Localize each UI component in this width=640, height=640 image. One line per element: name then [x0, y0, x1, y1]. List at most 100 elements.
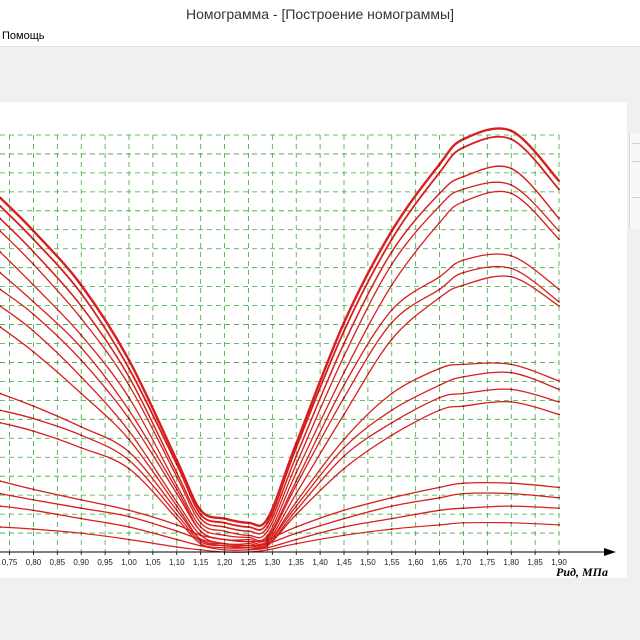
series-point-10: [390, 409, 393, 412]
series-point-15: [266, 546, 269, 549]
series-point-10: [558, 388, 560, 391]
series-point-1: [32, 230, 35, 232]
series-point-14: [438, 496, 441, 499]
series-point-15: [390, 517, 393, 520]
series-point-7: [32, 313, 35, 316]
series-point-5: [223, 534, 226, 537]
x-tick-label: 1,35: [288, 558, 304, 567]
series-point-14: [295, 532, 298, 535]
series-point-12: [343, 467, 345, 470]
menu-bar: Помощь: [0, 28, 640, 47]
x-tick-label: 1,70: [456, 558, 472, 567]
x-tick-label: 1,45: [336, 558, 352, 567]
series-point-13: [199, 534, 202, 537]
x-tick-label: 1,30: [265, 558, 281, 567]
series-point-16: [32, 528, 35, 530]
series-point-13: [266, 538, 269, 541]
series-point-2: [438, 171, 441, 174]
series-point-15: [128, 526, 130, 528]
series-point-14: [510, 492, 513, 495]
series-point-2: [128, 367, 130, 370]
series-point-9: [343, 438, 345, 441]
series-point-4: [128, 384, 130, 387]
series-point-15: [223, 549, 226, 551]
series-point-5: [438, 221, 441, 224]
series-point-2: [510, 138, 513, 141]
series-point-13: [128, 509, 130, 512]
series-point-14: [223, 542, 226, 545]
series-point-2: [295, 446, 298, 449]
x-tick-label: 0,90: [73, 558, 89, 567]
series-point-16: [462, 521, 465, 524]
series-point-11: [462, 392, 465, 395]
series-point-16: [438, 523, 441, 526]
x-tick-label: 1,40: [312, 558, 328, 567]
series-point-16: [510, 521, 513, 524]
series-point-13: [558, 486, 560, 489]
x-tick-label: 1,65: [432, 558, 448, 567]
series-point-11: [223, 544, 226, 547]
series-point-10: [32, 405, 35, 407]
series-point-2: [175, 463, 178, 466]
series-point-5: [80, 334, 83, 337]
x-tick-label: 1,20: [217, 558, 233, 567]
menu-item-help[interactable]: Помощь: [0, 30, 47, 42]
x-tick-label: 1,10: [169, 558, 185, 567]
series-point-11: [510, 388, 513, 391]
series-point-14: [128, 515, 130, 518]
chart-panel: 0,75 0,80 0,85 0,90 0,95 1,00 1,05 1,10 1,15 1,20…: [0, 102, 627, 578]
series-point-5: [247, 536, 250, 539]
series-point-10: [343, 446, 345, 449]
series-point-2: [247, 526, 250, 528]
series-point-7: [343, 396, 345, 399]
series-point-8: [128, 430, 130, 432]
series-point-8: [295, 492, 298, 495]
series-point-1: [223, 517, 226, 520]
series-point-2: [462, 146, 465, 149]
series-point-3: [438, 192, 441, 195]
series-point-9: [295, 501, 298, 503]
series-point-13: [32, 488, 35, 491]
series-point-15: [343, 526, 345, 528]
series-point-15: [438, 509, 441, 512]
x-tick-label: 1,55: [384, 558, 400, 567]
nomogram-chart: 0,75 0,80 0,85 0,90 0,95 1,00 1,05 1,10 1,15 1,20…: [0, 127, 616, 578]
series-point-2: [80, 292, 83, 295]
series-point-8: [390, 338, 393, 341]
series-point-2: [558, 188, 560, 191]
series-point-12: [80, 446, 83, 449]
side-scrollbar[interactable]: [629, 133, 640, 229]
series-point-14: [390, 505, 393, 508]
series-point-13: [390, 496, 393, 499]
series-point-14: [558, 496, 560, 499]
series-point-1: [343, 321, 345, 324]
series-point-15: [462, 507, 465, 510]
series-point-2: [223, 521, 226, 524]
series-point-16: [558, 523, 560, 526]
series-point-3: [462, 175, 465, 178]
series-point-16: [343, 534, 345, 537]
series-line-4: [0, 181, 560, 539]
series-point-9: [462, 363, 465, 366]
series-point-5: [295, 471, 298, 474]
series-point-2: [199, 513, 202, 516]
series-point-5: [199, 526, 202, 528]
series-point-7: [128, 417, 130, 420]
series-point-10: [80, 426, 83, 428]
series-point-9: [128, 438, 130, 441]
window-title-bar: Номограмма - [Построение номограммы]: [0, 0, 640, 28]
x-tick-label: 1,25: [241, 558, 257, 567]
series-point-2: [32, 238, 35, 241]
series-point-6: [128, 409, 130, 412]
series-point-13: [295, 526, 298, 528]
series-point-13: [438, 486, 441, 489]
series-point-6: [390, 309, 393, 312]
series-line-11: [0, 388, 560, 550]
series-point-15: [80, 517, 83, 520]
series-point-4: [223, 530, 226, 533]
series-point-7: [510, 267, 513, 270]
x-axis-arrow-icon: [604, 548, 616, 556]
series-point-3: [343, 342, 345, 345]
series-point-6: [510, 255, 513, 257]
x-tick-label: 1,60: [408, 558, 424, 567]
